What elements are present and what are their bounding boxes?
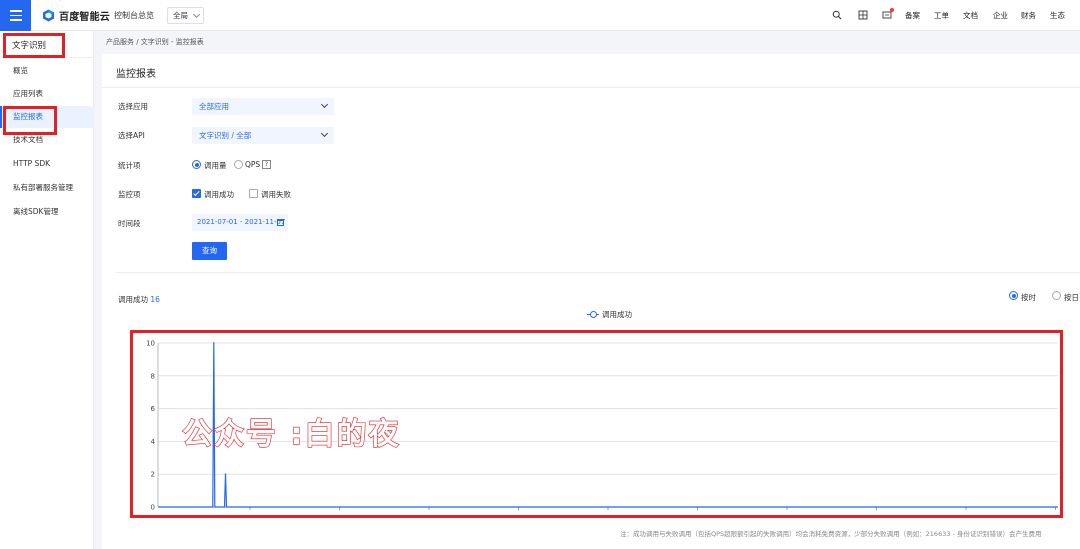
annotation-box-sidebar-title [3, 33, 65, 58]
chart-footnote: 注：成功调用与失败调用（包括QPS超限额引起的失败调用）均会消耗免费资源，少部分… [620, 530, 1042, 538]
annotation-box-monitoring-item [3, 106, 57, 135]
annotation-box-chart [130, 330, 1063, 518]
